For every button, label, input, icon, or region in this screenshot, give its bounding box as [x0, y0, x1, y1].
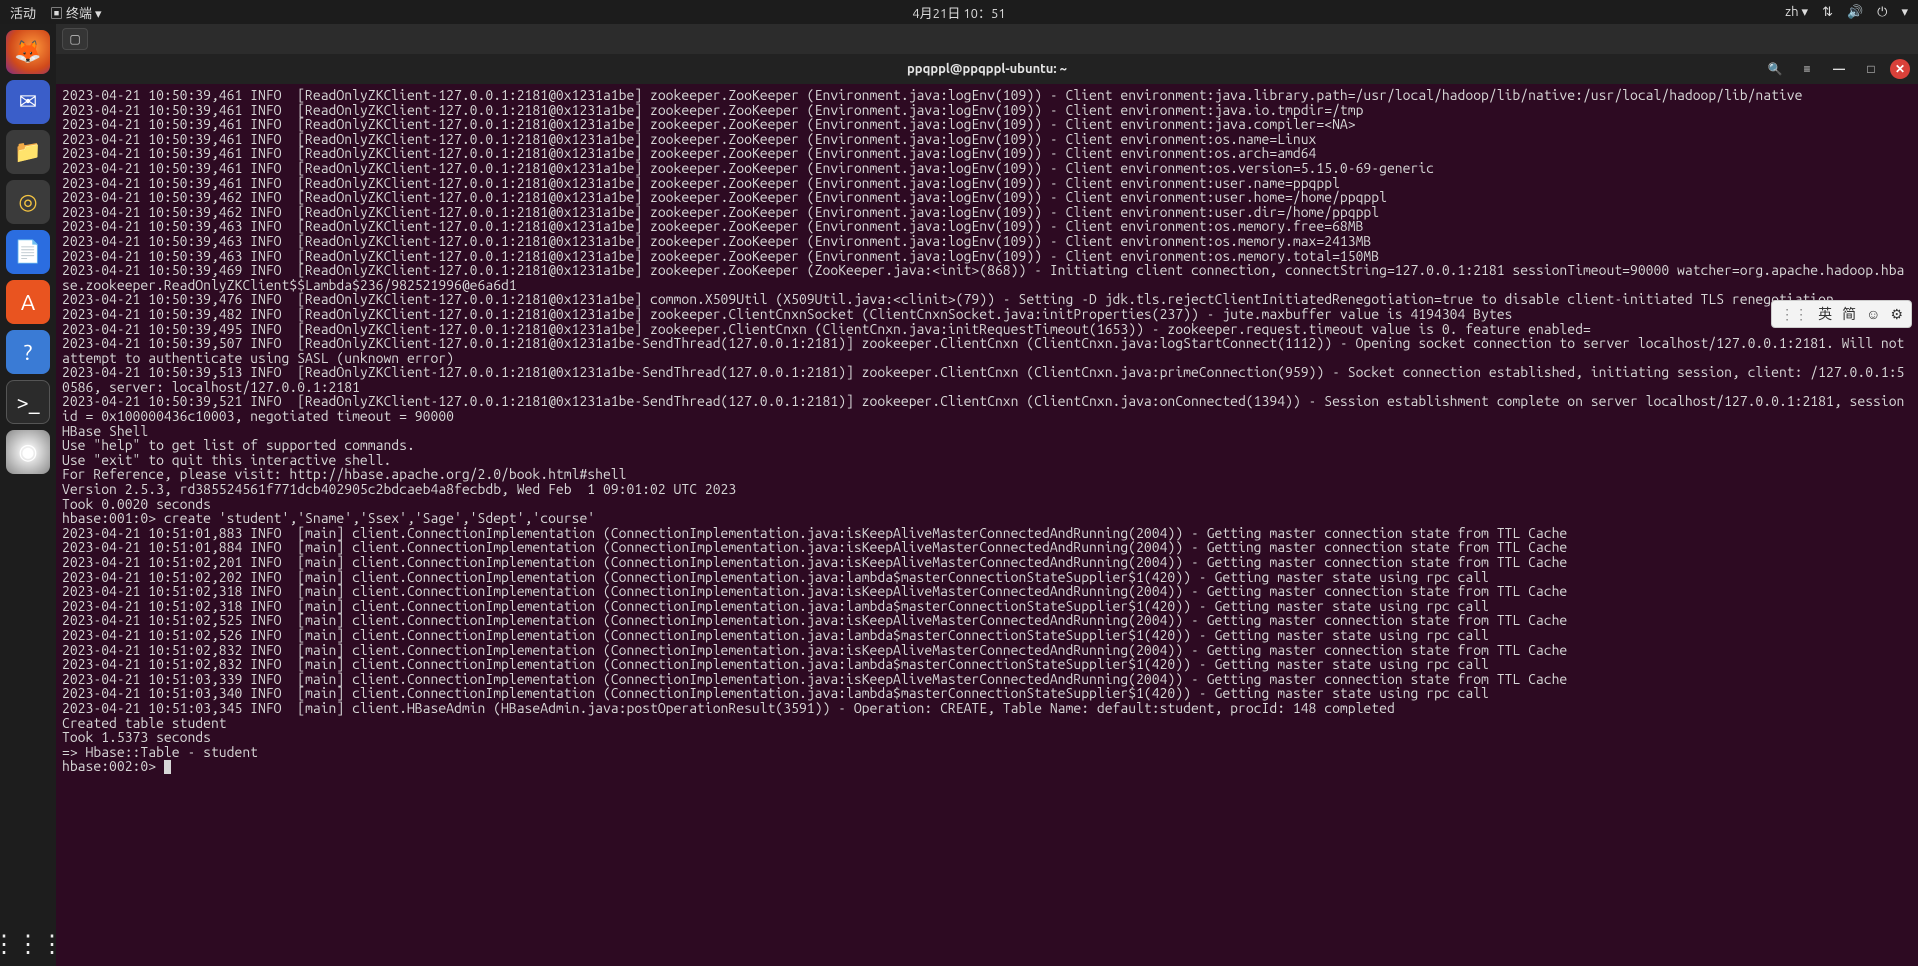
- activities-button[interactable]: 活动: [10, 3, 36, 22]
- ime-settings-button[interactable]: ⚙: [1890, 306, 1903, 323]
- dock-icon-show-apps[interactable]: ⋮⋮⋮: [6, 922, 50, 966]
- chevron-down-icon: ▾: [95, 7, 102, 21]
- new-tab-button[interactable]: ▢: [62, 28, 88, 50]
- terminal-tabbar: ▢: [56, 24, 1918, 54]
- ime-lang-toggle[interactable]: 英: [1818, 304, 1832, 324]
- minimize-button[interactable]: —: [1826, 58, 1852, 80]
- dock-icon-files[interactable]: 📁: [6, 130, 50, 174]
- app-name-label: 终端: [66, 7, 92, 21]
- dock-icon-rhythmbox[interactable]: ◎: [6, 180, 50, 224]
- dock-icon-terminal[interactable]: >_: [6, 380, 50, 424]
- dock-icon-help[interactable]: ?: [6, 330, 50, 374]
- chevron-down-icon: ▾: [1802, 5, 1809, 19]
- ubuntu-dock: 🦊 ✉ 📁 ◎ 📄 A ? >_ ◉ ⋮⋮⋮: [0, 24, 56, 966]
- ime-floating-bar[interactable]: ⋮⋮ 英 简 ☺ ⚙: [1771, 300, 1912, 328]
- chevron-down-icon[interactable]: ▾: [1901, 5, 1908, 20]
- menu-button[interactable]: ≡: [1794, 58, 1820, 80]
- dock-icon-software-store[interactable]: A: [6, 280, 50, 324]
- gnome-top-bar: 活动 ▣ 终端 ▾ 4月21日 10：51 zh ▾ ⇅ 🔊 ⏻ ▾: [0, 0, 1918, 24]
- power-icon[interactable]: ⏻: [1877, 5, 1887, 20]
- volume-icon[interactable]: 🔊: [1847, 5, 1863, 20]
- clock[interactable]: 4月21日 10：51: [912, 3, 1005, 22]
- search-button[interactable]: 🔍: [1762, 58, 1788, 80]
- network-icon[interactable]: ⇅: [1822, 5, 1833, 20]
- dock-icon-thunderbird[interactable]: ✉: [6, 80, 50, 124]
- window-title: ppqppl@ppqppl-ubuntu: ~: [907, 62, 1067, 76]
- ime-emoji-button[interactable]: ☺: [1866, 306, 1880, 322]
- app-indicator[interactable]: ▣ 终端 ▾: [50, 3, 102, 22]
- close-button[interactable]: ✕: [1890, 59, 1910, 79]
- terminal-glyph-icon: ▣: [50, 7, 63, 21]
- input-language-indicator[interactable]: zh ▾: [1785, 5, 1808, 20]
- maximize-button[interactable]: □: [1858, 58, 1884, 80]
- terminal-output[interactable]: 2023-04-21 10:50:39,461 INFO [ReadOnlyZK…: [56, 84, 1918, 966]
- dock-icon-libreoffice-writer[interactable]: 📄: [6, 230, 50, 274]
- dock-icon-firefox[interactable]: 🦊: [6, 30, 50, 74]
- drag-handle-icon[interactable]: ⋮⋮: [1780, 306, 1808, 323]
- window-titlebar: ppqppl@ppqppl-ubuntu: ~ 🔍 ≡ — □ ✕: [56, 54, 1918, 84]
- terminal-window: ▢ ppqppl@ppqppl-ubuntu: ~ 🔍 ≡ — □ ✕ 2023…: [56, 24, 1918, 966]
- dock-icon-disc[interactable]: ◉: [6, 430, 50, 474]
- ime-mode-toggle[interactable]: 简: [1842, 304, 1856, 324]
- cursor: [164, 760, 171, 774]
